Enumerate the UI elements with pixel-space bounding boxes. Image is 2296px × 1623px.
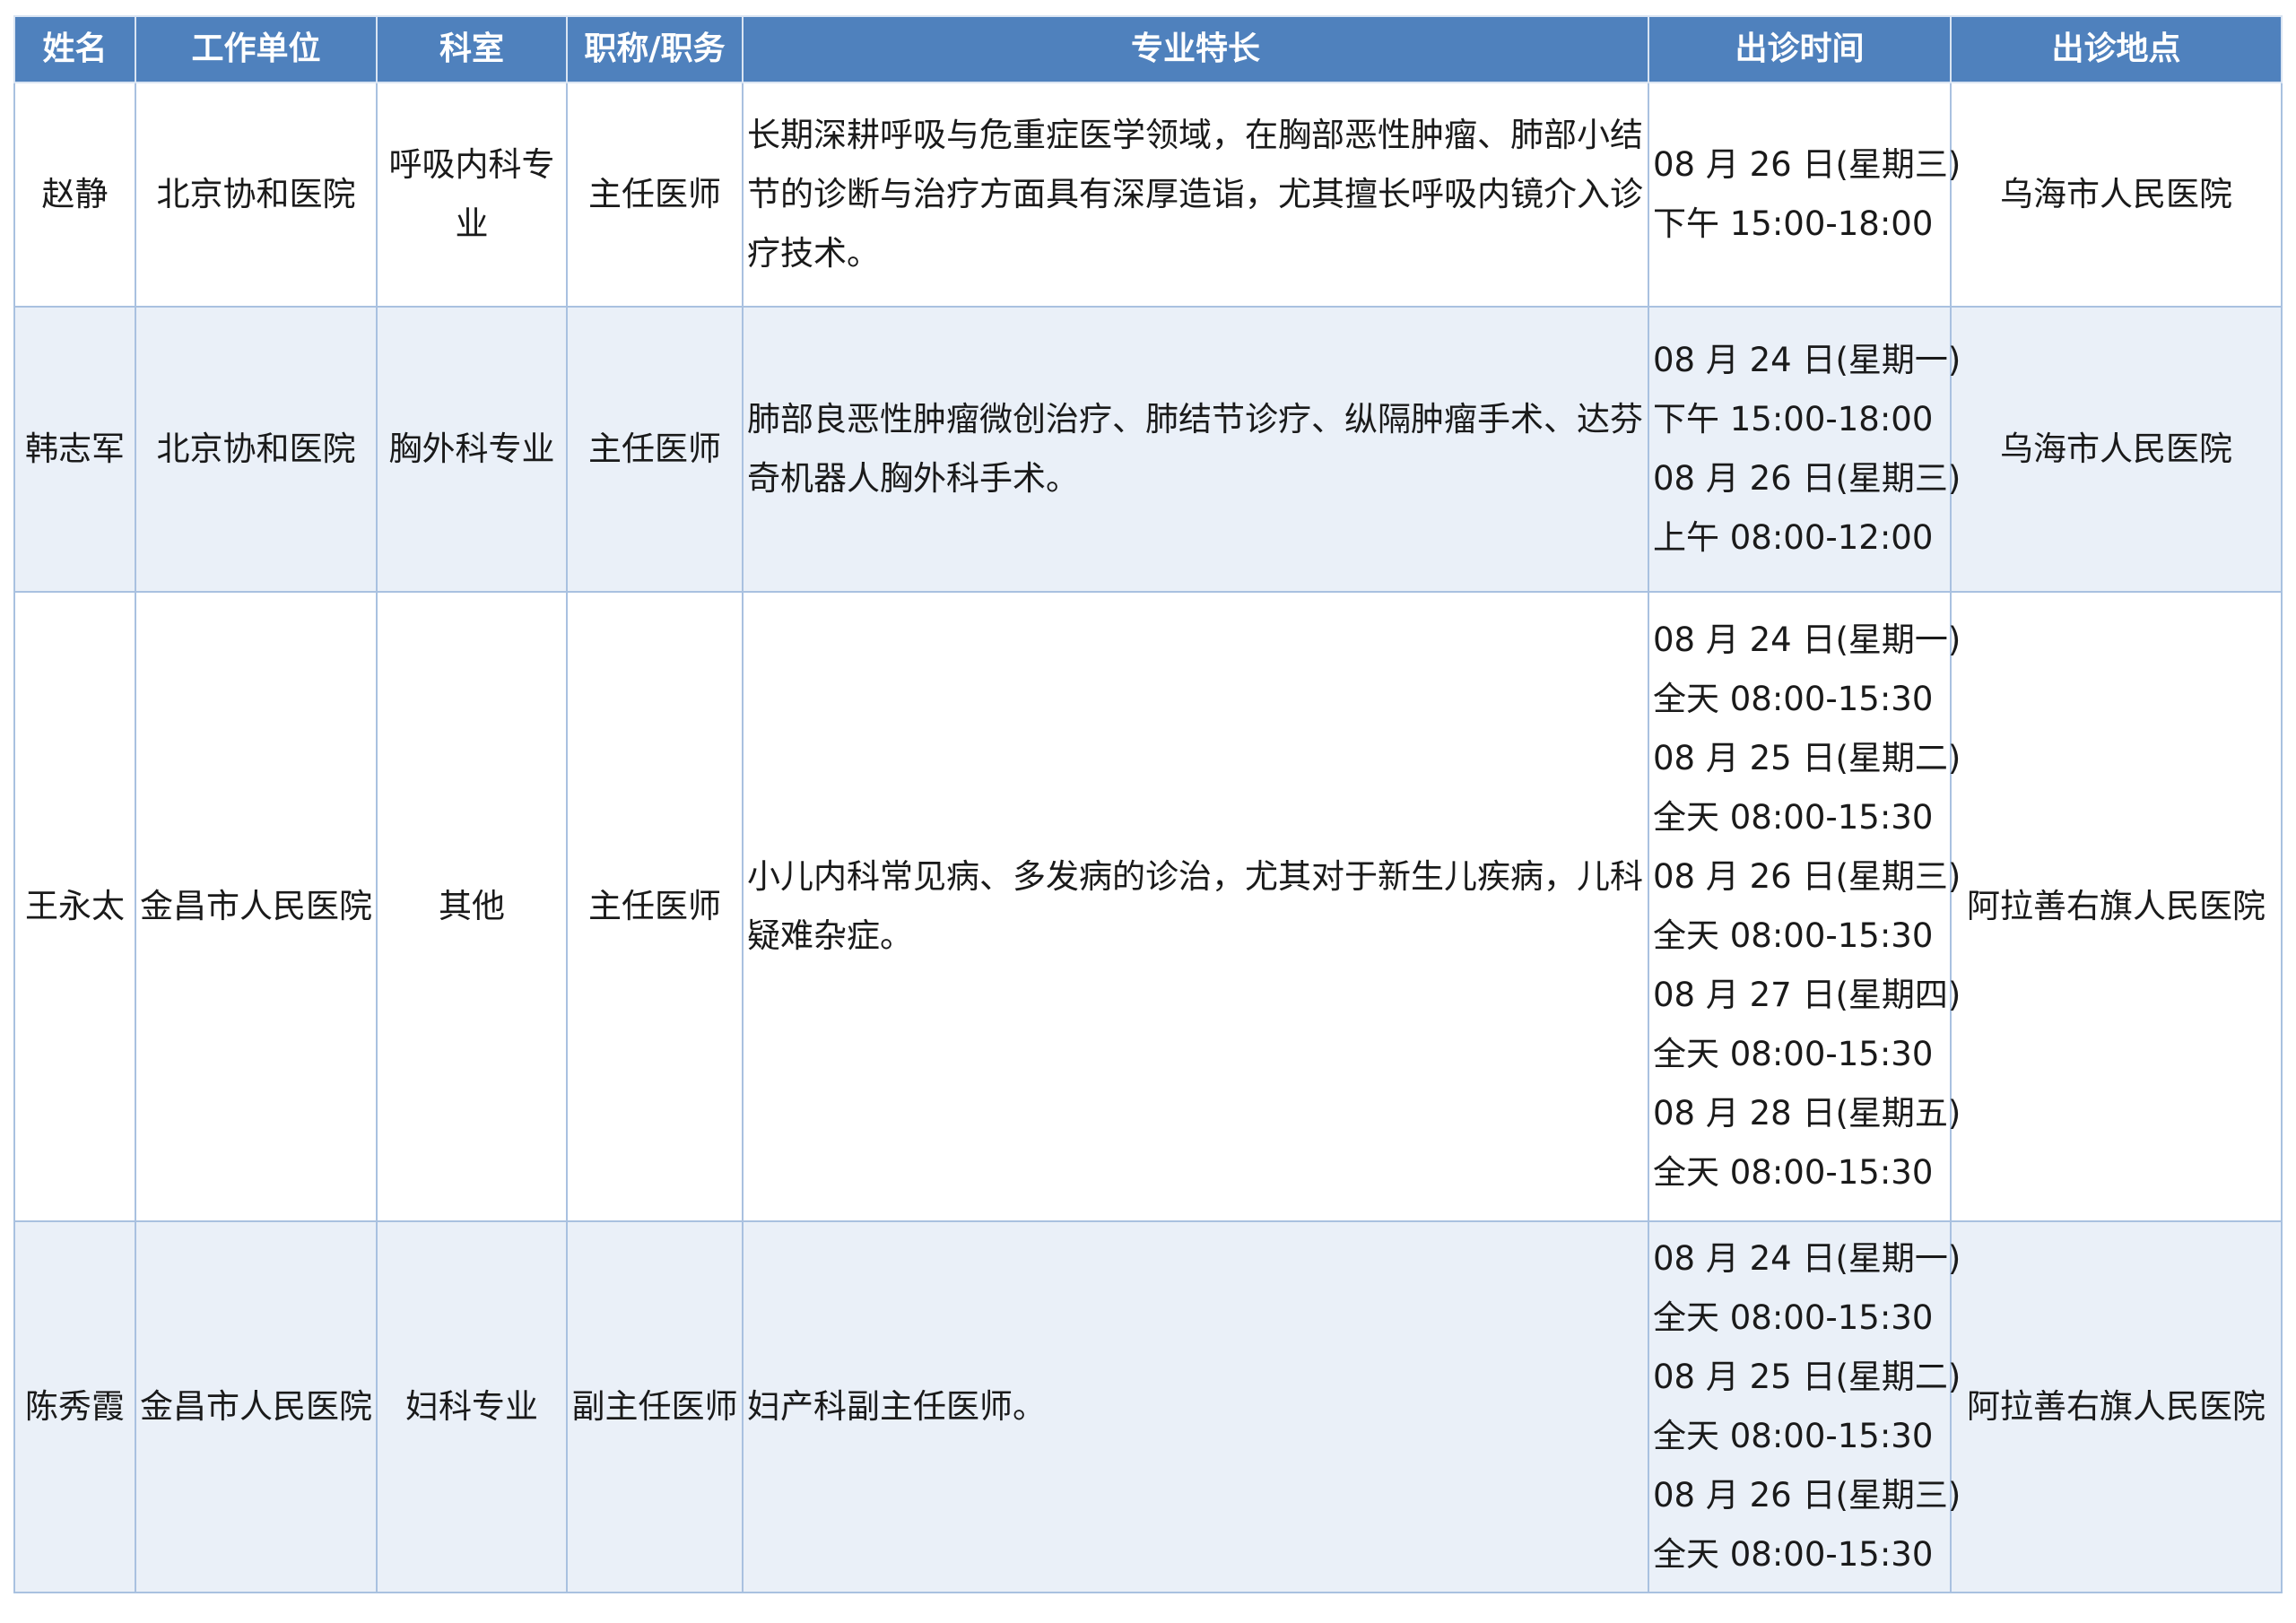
- cell-dept: 呼吸内科专业: [376, 82, 568, 308]
- time-line: 全天 08:00-15:30: [1653, 1153, 1934, 1192]
- cell-unit: 北京协和医院: [135, 82, 378, 308]
- time-line: 08 月 26 日(星期三): [1653, 1476, 1961, 1515]
- time-line: 08 月 26 日(星期三): [1653, 857, 1961, 896]
- table-row: 陈秀霞 金昌市人民医院 妇科专业 副主任医师 妇产科副主任医师。 08 月 24 日(星期…: [13, 1220, 2283, 1593]
- time-line: 全天 08:00-15:30: [1653, 798, 1934, 837]
- cell-specialty: 小儿内科常见病、多发病的诊治，尤其对于新生儿疾病，儿科 疑难杂症。: [742, 591, 1649, 1222]
- header-name: 姓名: [13, 15, 136, 83]
- specialty-line: 疗技术。: [747, 234, 880, 273]
- cell-unit: 金昌市人民医院: [135, 591, 378, 1222]
- cell-title: 副主任医师: [566, 1220, 744, 1593]
- cell-title: 主任医师: [566, 82, 744, 308]
- specialty-line: 小儿内科常见病、多发病的诊治，尤其对于新生儿疾病，儿科: [747, 857, 1643, 896]
- time-line: 08 月 26 日(星期三): [1653, 145, 1961, 184]
- header-unit: 工作单位: [135, 15, 378, 83]
- dept-line: 妇科专业: [405, 1387, 538, 1426]
- table-row: 韩志军 北京协和医院 胸外科专业 主任医师 肺部良恶性肿瘤微创治疗、肺结节诊疗、纵隔肿瘤…: [13, 306, 2283, 593]
- cell-name: 韩志军: [13, 306, 136, 593]
- dept-line: 呼吸内科专: [388, 145, 555, 184]
- table-row: 赵静 北京协和医院 呼吸内科专业主任医师 长期深耕呼吸与危重症医学领域，在胸部恶性肿瘤…: [13, 82, 2283, 308]
- time-line: 全天 08:00-15:30: [1653, 1298, 1934, 1337]
- dept-line: 胸外科专业: [388, 430, 555, 468]
- time-line: 08 月 24 日(星期一): [1653, 1239, 1961, 1278]
- cell-name: 赵静: [13, 82, 136, 308]
- specialty-line: 肺部良恶性肿瘤微创治疗、肺结节诊疗、纵隔肿瘤手术、达芬: [747, 400, 1643, 438]
- time-line: 全天 08:00-15:30: [1653, 1035, 1934, 1073]
- header-title: 职称/职务: [566, 15, 744, 83]
- cell-specialty: 长期深耕呼吸与危重症医学领域，在胸部恶性肿瘤、肺部小结 节的诊断与治疗方面具有深厚…: [742, 82, 1649, 308]
- cell-specialty: 肺部良恶性肿瘤微创治疗、肺结节诊疗、纵隔肿瘤手术、达芬 奇机器人胸外科手术。: [742, 306, 1649, 593]
- time-line: 08 月 27 日(星期四): [1653, 976, 1961, 1014]
- cell-location: 乌海市人民医院: [1950, 306, 2283, 593]
- time-line: 08 月 26 日(星期三): [1653, 459, 1961, 498]
- time-line: 下午 15:00-18:00: [1653, 204, 1934, 243]
- time-line: 上午 08:00-12:00: [1653, 518, 1934, 557]
- cell-location: 阿拉善右旗人民医院: [1950, 1220, 2283, 1593]
- cell-location: 乌海市人民医院: [1950, 82, 2283, 308]
- time-line: 全天 08:00-15:30: [1653, 680, 1934, 718]
- cell-dept: 其他: [376, 591, 568, 1222]
- cell-unit: 金昌市人民医院: [135, 1220, 378, 1593]
- cell-time: 08 月 26 日(星期三) 下午 15:00-18:00: [1648, 82, 1961, 308]
- cell-name: 陈秀霞: [13, 1220, 136, 1593]
- specialty-line: 疑难杂症。: [747, 916, 913, 955]
- cell-title: 主任医师: [566, 306, 744, 593]
- time-line: 08 月 25 日(星期二): [1653, 739, 1961, 777]
- doctor-schedule-table: 姓名 工作单位 科室 职称/职务 专业特长 出诊时间 出诊地点 赵静 北京协和医院…: [13, 15, 2283, 1593]
- header-dept: 科室: [376, 15, 568, 83]
- table-body: 赵静 北京协和医院 呼吸内科专业主任医师 长期深耕呼吸与危重症医学领域，在胸部恶性肿瘤…: [13, 82, 2283, 1593]
- cell-specialty: 妇产科副主任医师。: [742, 1220, 1649, 1593]
- time-line: 08 月 28 日(星期五): [1653, 1094, 1961, 1133]
- specialty-line: 长期深耕呼吸与危重症医学领域，在胸部恶性肿瘤、肺部小结: [747, 116, 1643, 154]
- time-line: 08 月 25 日(星期二): [1653, 1358, 1961, 1396]
- time-line: 全天 08:00-15:30: [1653, 1535, 1934, 1574]
- header-time: 出诊时间: [1648, 15, 1952, 83]
- cell-dept: 胸外科专业: [376, 306, 568, 593]
- cell-title: 主任医师: [566, 591, 744, 1222]
- cell-time: 08 月 24 日(星期一) 下午 15:00-18:00 08 月 26 日(星期…: [1648, 306, 1961, 593]
- time-line: 08 月 24 日(星期一): [1653, 621, 1961, 659]
- specialty-line: 妇产科副主任医师。: [747, 1387, 1046, 1426]
- cell-unit: 北京协和医院: [135, 306, 378, 593]
- dept-line: 其他: [439, 887, 505, 925]
- time-line: 全天 08:00-15:30: [1653, 916, 1934, 955]
- table-row: 王永太 金昌市人民医院 其他 主任医师 小儿内科常见病、多发病的诊治，尤其对于新生儿疾病…: [13, 591, 2283, 1222]
- time-line: 08 月 24 日(星期一): [1653, 341, 1961, 379]
- dept-line: 业: [455, 204, 489, 243]
- header-row: 姓名 工作单位 科室 职称/职务 专业特长 出诊时间 出诊地点: [13, 15, 2283, 83]
- cell-dept: 妇科专业: [376, 1220, 568, 1593]
- cell-name: 王永太: [13, 591, 136, 1222]
- cell-time: 08 月 24 日(星期一) 全天 08:00-15:30 08 月 25 日(星期…: [1648, 591, 1961, 1222]
- header-location: 出诊地点: [1950, 15, 2283, 83]
- time-line: 全天 08:00-15:30: [1653, 1417, 1934, 1455]
- cell-location: 阿拉善右旗人民医院: [1950, 591, 2283, 1222]
- specialty-line: 奇机器人胸外科手术。: [747, 459, 1079, 498]
- cell-time: 08 月 24 日(星期一) 全天 08:00-15:30 08 月 25 日(星期…: [1648, 1220, 1961, 1593]
- time-line: 下午 15:00-18:00: [1653, 400, 1934, 438]
- specialty-line: 节的诊断与治疗方面具有深厚造诣，尤其擅长呼吸内镜介入诊: [747, 175, 1643, 213]
- header-specialty: 专业特长: [742, 15, 1649, 83]
